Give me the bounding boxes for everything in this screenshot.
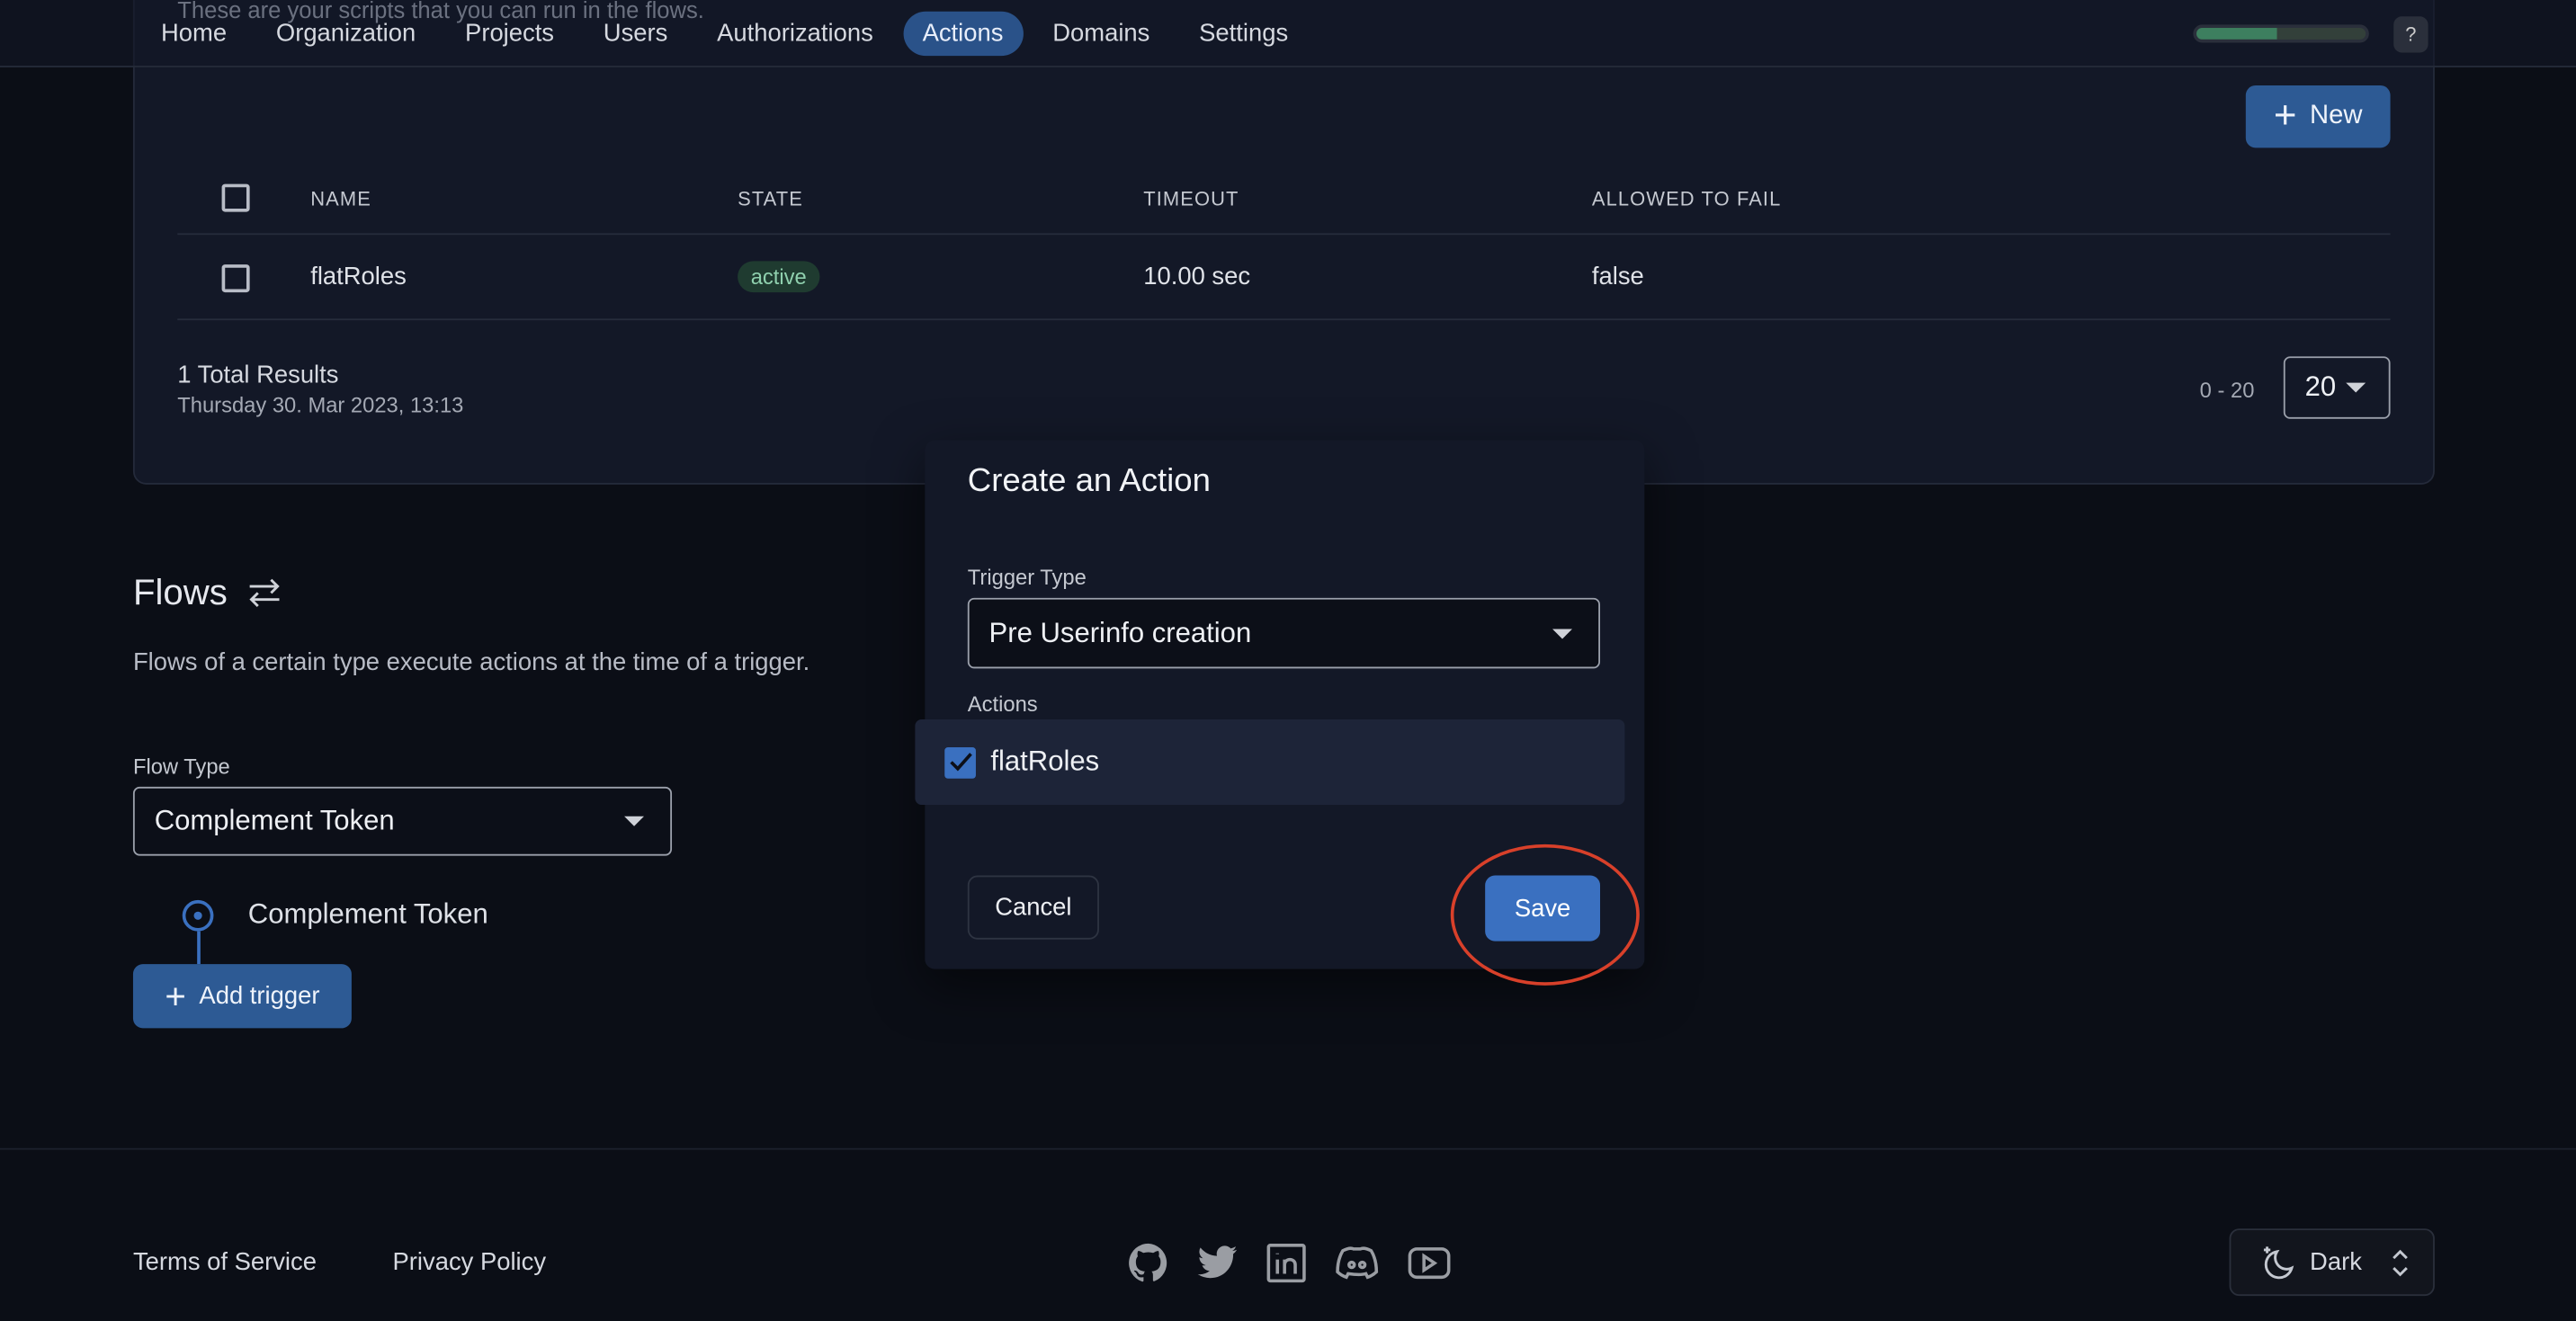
flows-description: Flows of a certain type execute actions … [132, 648, 810, 677]
discord-icon[interactable] [1334, 1242, 1380, 1284]
column-header-timeout[interactable]: TIMEOUT [1143, 187, 1239, 210]
footer-divider [0, 1147, 2576, 1150]
dialog-title: Create an Action [967, 463, 1211, 500]
github-icon[interactable] [1127, 1242, 1169, 1284]
actions-label: Actions [967, 691, 1038, 717]
chevron-up-down-icon [2392, 1247, 2408, 1277]
cancel-button[interactable]: Cancel [967, 875, 1099, 940]
social-links [1127, 1242, 1453, 1284]
select-all-checkbox[interactable] [221, 183, 250, 212]
progress-bar [2193, 24, 2369, 43]
terms-link[interactable]: Terms of Service [133, 1248, 317, 1276]
main-nav: Home Organization Projects Users Authori… [141, 11, 1318, 57]
chevron-down-icon [1552, 628, 1572, 638]
flow-node-label: Complement Token [247, 898, 488, 930]
flow-type-select[interactable]: Complement Token [132, 786, 673, 856]
status-badge: active [738, 261, 820, 293]
nav-actions[interactable]: Actions [902, 11, 1024, 57]
action-option-label: flatRoles [990, 745, 1100, 777]
nav-home[interactable]: Home [141, 12, 246, 56]
chevron-down-icon [624, 816, 644, 826]
divider [177, 318, 2391, 321]
trigger-type-select[interactable]: Pre Userinfo creation [967, 597, 1601, 669]
column-header-state[interactable]: STATE [738, 187, 803, 210]
plus-icon: + [165, 975, 186, 1016]
page-size-select[interactable]: 20 [2283, 356, 2391, 419]
nav-settings[interactable]: Settings [1179, 12, 1308, 56]
nav-users[interactable]: Users [584, 12, 687, 56]
moon-icon [2260, 1245, 2296, 1281]
flow-type-value: Complement Token [154, 804, 395, 836]
actions-panel [132, 0, 2435, 485]
action-option-flatroles[interactable]: flatRoles [915, 719, 1625, 805]
nav-organization[interactable]: Organization [256, 12, 435, 56]
trigger-type-label: Trigger Type [967, 565, 1087, 590]
results-timestamp: Thursday 30. Mar 2023, 13:13 [177, 392, 464, 417]
plus-icon: + [2273, 94, 2297, 138]
nav-domains[interactable]: Domains [1033, 12, 1169, 56]
linkedin-icon[interactable] [1265, 1242, 1307, 1284]
trigger-type-value: Pre Userinfo creation [988, 616, 1252, 648]
checkbox-checked[interactable] [944, 746, 976, 778]
column-header-allowed-to-fail[interactable]: ALLOWED TO FAIL [1592, 187, 1782, 210]
privacy-link[interactable]: Privacy Policy [393, 1248, 547, 1276]
new-button-label: New [2310, 102, 2363, 130]
chevron-down-icon [2346, 382, 2366, 393]
nav-authorizations[interactable]: Authorizations [697, 12, 892, 56]
action-name[interactable]: flatRoles [310, 263, 407, 290]
theme-value: Dark [2310, 1248, 2362, 1277]
action-allowed-to-fail: false [1591, 263, 1644, 291]
app-root: These are your scripts that you can run … [0, 0, 2576, 1321]
row-checkbox[interactable] [221, 264, 250, 293]
flow-type-label: Flow Type [132, 754, 230, 779]
twitter-icon[interactable] [1196, 1242, 1239, 1284]
swap-arrows-icon [247, 576, 283, 610]
nav-projects[interactable]: Projects [445, 12, 574, 56]
divider [177, 233, 2391, 236]
page-size-value: 20 [2304, 370, 2337, 403]
add-trigger-label: Add trigger [199, 982, 320, 1011]
progress-fill [2196, 28, 2278, 40]
theme-select[interactable]: Dark [2229, 1228, 2435, 1297]
flows-title: Flows [132, 571, 228, 613]
total-results: 1 Total Results [177, 361, 339, 389]
flow-connector [196, 931, 200, 965]
flow-node-icon [182, 899, 214, 932]
new-action-button[interactable]: + New [2245, 85, 2391, 148]
help-button[interactable]: ? [2393, 16, 2428, 53]
highlight-ring [1450, 843, 1640, 986]
youtube-icon[interactable] [1406, 1242, 1452, 1284]
action-timeout: 10.00 sec [1143, 263, 1251, 291]
column-header-name[interactable]: NAME [310, 187, 371, 210]
add-trigger-button[interactable]: + Add trigger [132, 964, 352, 1029]
page-range: 0 - 20 [2199, 378, 2255, 403]
flows-heading: Flows [133, 572, 283, 614]
